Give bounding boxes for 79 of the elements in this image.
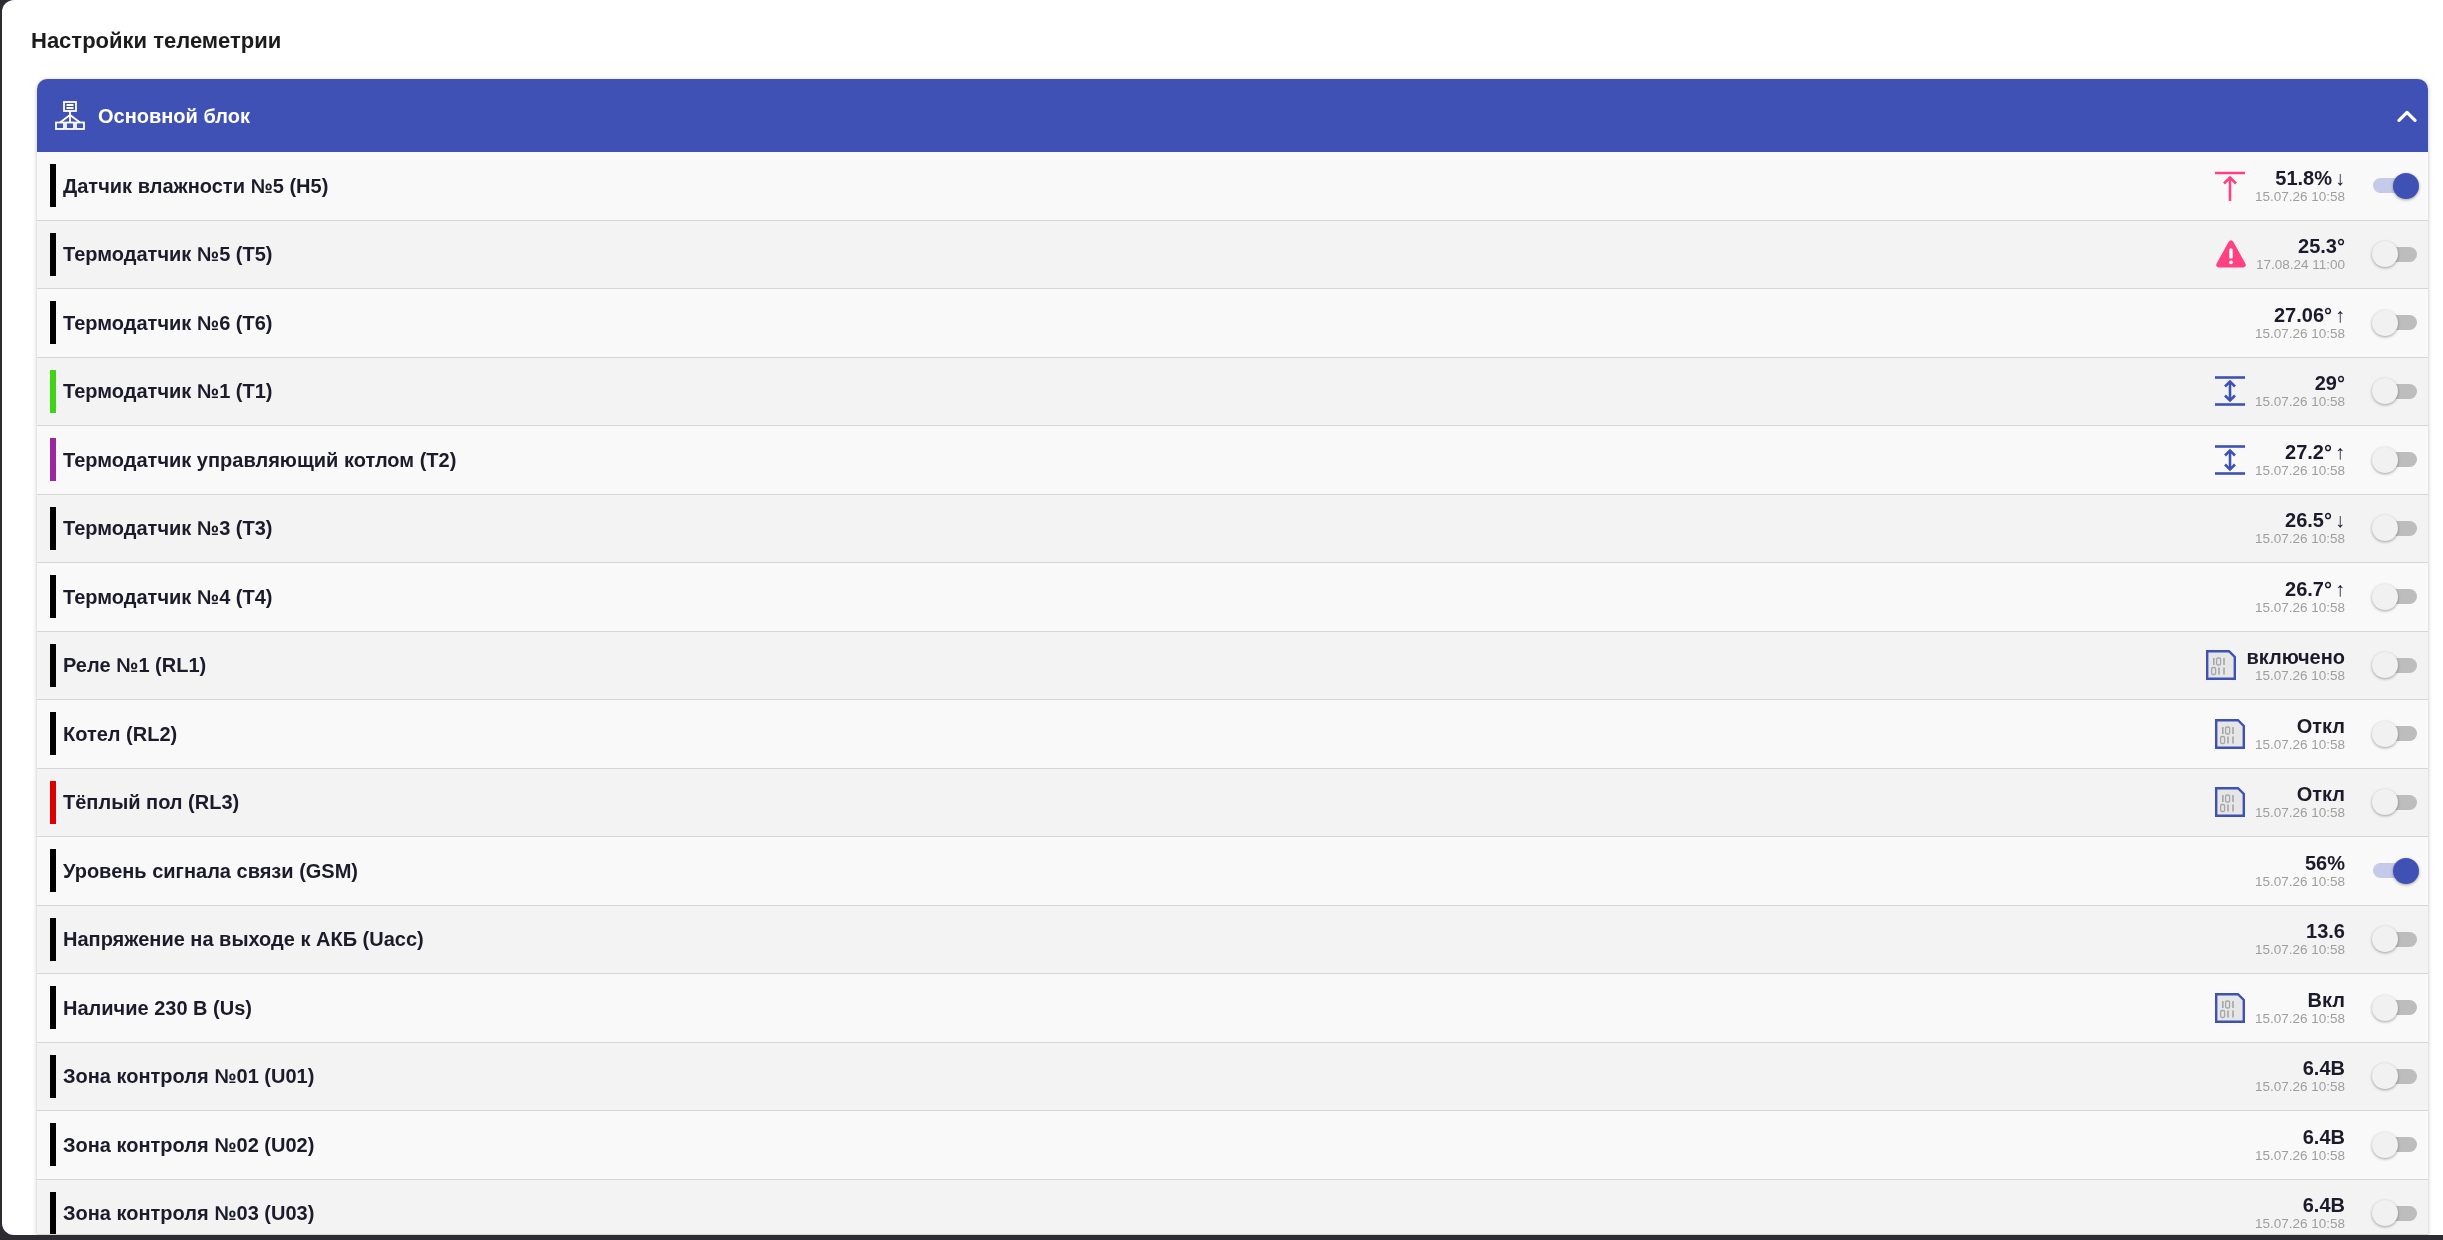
- toggle-switch[interactable]: [2372, 1131, 2419, 1158]
- sensor-value: 27.06°: [2273, 303, 2332, 326]
- section-title: Основной блок: [98, 103, 250, 128]
- sensor-name: Термодатчик №6 (T6): [63, 310, 273, 335]
- sensor-name: Напряжение на выходе к АКБ (Uacc): [63, 927, 424, 952]
- sensor-value: 27.2°: [2285, 440, 2332, 463]
- timestamp: 15.07.26 10:58: [2254, 531, 2345, 548]
- sensor-value: 13.6: [2306, 920, 2345, 943]
- sensor-value: 56%: [2304, 851, 2345, 874]
- toggle-switch[interactable]: [2372, 789, 2419, 816]
- sensor-name: Зона контроля №02 (U02): [63, 1132, 315, 1157]
- toggle-switch[interactable]: [2372, 1063, 2419, 1090]
- sensor-name: Зона контроля №01 (U01): [63, 1064, 315, 1089]
- binary-file-icon: [2214, 718, 2245, 749]
- sensor-value: включено: [2246, 646, 2345, 669]
- sensor-name: Термодатчик №4 (T4): [63, 584, 273, 609]
- chevron-up-icon[interactable]: [2397, 109, 2417, 122]
- binary-file-icon: [2214, 787, 2245, 818]
- timestamp: 15.07.26 10:58: [2254, 1010, 2345, 1027]
- toggle-switch[interactable]: [2372, 652, 2419, 679]
- timestamp: 15.07.26 10:58: [2254, 805, 2345, 822]
- sensor-value: Откл: [2296, 783, 2345, 806]
- sensor-value: 25.3°: [2298, 235, 2345, 258]
- sensor-value: 26.7°: [2285, 577, 2332, 600]
- warning-icon: [2215, 240, 2246, 269]
- sensor-name: Датчик влажности №5 (H5): [63, 173, 329, 198]
- timestamp: 15.07.26 10:58: [2254, 668, 2345, 685]
- timestamp: 15.07.26 10:58: [2254, 1216, 2345, 1233]
- toggle-switch[interactable]: [2372, 172, 2419, 199]
- timestamp: 15.07.26 10:58: [2254, 188, 2345, 205]
- sensor-value: 51.8%: [2275, 166, 2332, 189]
- trend-arrow: ↑: [2335, 577, 2345, 600]
- timestamp: 15.07.26 10:58: [2254, 599, 2345, 616]
- timestamp: 15.07.26 10:58: [2254, 736, 2345, 753]
- toggle-switch[interactable]: [2372, 309, 2419, 336]
- toggle-switch[interactable]: [2372, 1200, 2419, 1227]
- timestamp: 15.07.26 10:58: [2254, 1079, 2345, 1096]
- sensor-name: Термодатчик №3 (T3): [63, 516, 273, 541]
- timestamp: 15.07.26 10:58: [2254, 462, 2345, 479]
- trend-arrow: ↓: [2335, 509, 2345, 532]
- page-title: Настройки телеметрии: [31, 27, 282, 55]
- timestamp: 15.07.26 10:58: [2254, 873, 2345, 890]
- sensor-name: Термодатчик управляющий котлом (T2): [63, 447, 457, 472]
- trend-arrow: ↑: [2335, 440, 2345, 463]
- timestamp: 15.07.26 10:58: [2254, 394, 2345, 411]
- sensor-value: 29°: [2314, 372, 2345, 395]
- toggle-switch[interactable]: [2372, 241, 2419, 268]
- sensor-name: Наличие 230 В (Us): [63, 995, 252, 1020]
- sensor-value: 26.5°: [2285, 509, 2332, 532]
- toggle-switch[interactable]: [2372, 926, 2419, 953]
- sensor-name: Термодатчик №5 (T5): [63, 242, 273, 267]
- sensor-value: 6.4В: [2302, 1057, 2345, 1080]
- timestamp: 15.07.26 10:58: [2254, 942, 2345, 959]
- hierarchy-icon: [55, 100, 85, 131]
- sensor-value: 6.4В: [2302, 1194, 2345, 1217]
- sensor-value: Вкл: [2307, 988, 2345, 1011]
- sensor-name: Зона контроля №03 (U03): [63, 1201, 315, 1226]
- sensor-name: Котел (RL2): [63, 721, 178, 746]
- sensor-name: Тёплый пол (RL3): [63, 790, 240, 815]
- toggle-switch[interactable]: [2372, 583, 2419, 610]
- toggle-switch[interactable]: [2372, 446, 2419, 473]
- toggle-switch[interactable]: [2372, 720, 2419, 747]
- sensor-value: Откл: [2296, 714, 2345, 737]
- trend-arrow: ↓: [2335, 166, 2345, 189]
- sensor-name: Уровень сигнала связи (GSM): [63, 858, 359, 883]
- timestamp: 15.07.26 10:58: [2254, 1147, 2345, 1164]
- sensor-value: 6.4В: [2302, 1125, 2345, 1148]
- toggle-switch[interactable]: [2372, 857, 2419, 884]
- section-header[interactable]: Основной блок: [37, 79, 2428, 152]
- binary-file-icon: [2206, 650, 2237, 681]
- toggle-switch[interactable]: [2372, 378, 2419, 405]
- binary-file-icon: [2214, 992, 2245, 1023]
- sensor-name: Термодатчик №1 (T1): [63, 379, 273, 404]
- toggle-switch[interactable]: [2372, 994, 2419, 1021]
- sensor-name: Реле №1 (RL1): [63, 653, 207, 678]
- toggle-switch[interactable]: [2372, 515, 2419, 542]
- timestamp: 17.08.24 11:00: [2255, 257, 2345, 274]
- trend-arrow: ↑: [2335, 303, 2345, 326]
- timestamp: 15.07.26 10:58: [2254, 325, 2345, 342]
